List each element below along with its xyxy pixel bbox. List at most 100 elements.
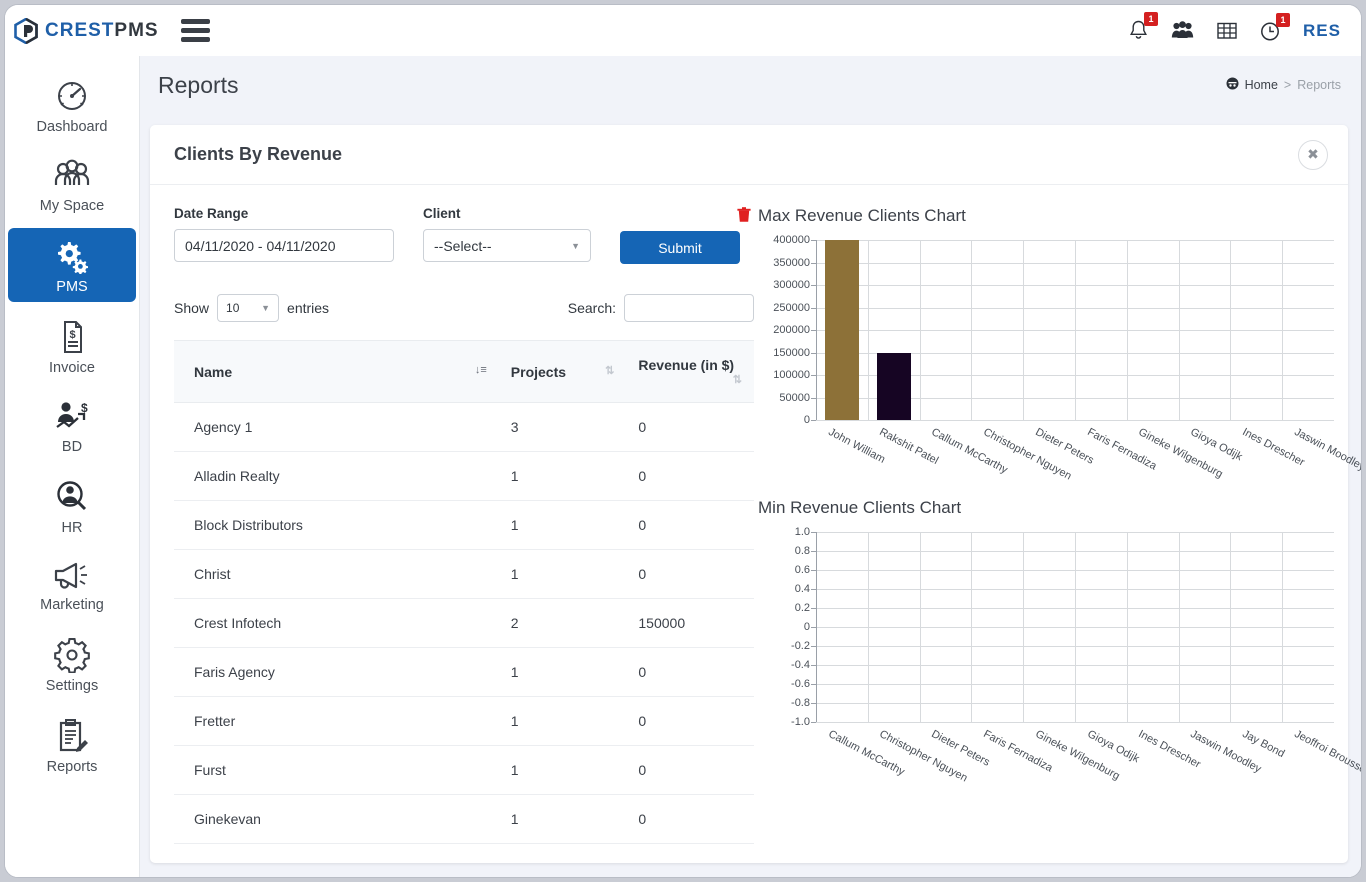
- breadcrumb-separator: >: [1283, 78, 1292, 92]
- sidebar-item-settings[interactable]: Settings: [8, 627, 136, 701]
- card-title: Clients By Revenue: [174, 144, 343, 164]
- grid-line-vertical: [867, 532, 869, 722]
- trash-icon[interactable]: [737, 207, 751, 223]
- sidebar-item-bd[interactable]: $ BD: [8, 390, 136, 462]
- card-header: Clients By Revenue ✖: [150, 125, 1348, 185]
- column-header-label: Projects: [510, 363, 567, 380]
- table-body: Agency 1 3 0 Alladin Realty 1 0 Block Distribu…: [174, 402, 754, 844]
- cell-revenue: 0: [626, 745, 754, 795]
- crestpms-logo-icon: [13, 17, 39, 44]
- x-axis-tick-label: Jeoffroi Brousse: [1292, 728, 1361, 776]
- filters-row: Date Range Client --Select-- ▼ Submit: [174, 206, 754, 264]
- sidebar-item-label: Reports: [46, 759, 98, 775]
- cell-projects: 1: [498, 745, 627, 795]
- cell-name: Christ: [174, 549, 499, 599]
- grid-line-vertical: [1178, 532, 1180, 722]
- client-select[interactable]: --Select-- ▼: [423, 229, 591, 262]
- sidebar-item-hr[interactable]: HR: [8, 469, 136, 543]
- grid-line-vertical: [971, 532, 973, 722]
- gear-icon: [53, 637, 91, 674]
- table-row: Fretter 1 0: [174, 696, 754, 746]
- grid-line-vertical: [1023, 240, 1025, 420]
- grid-line-vertical: [1230, 532, 1232, 722]
- client-group: Client --Select-- ▼: [423, 206, 591, 262]
- page-length-value: 10: [226, 301, 240, 315]
- table-head: Name ↓≡ Projects ⇅ Revenue (in $) ⇅: [174, 340, 754, 403]
- cell-name: Faris Agency: [174, 647, 499, 697]
- clients-table: Name ↓≡ Projects ⇅ Revenue (in $) ⇅ Agen…: [174, 340, 754, 844]
- x-axis-tick-label: Christopher Nguyen: [877, 728, 970, 785]
- min-chart-title: Min Revenue Clients Chart: [758, 498, 962, 517]
- date-range-input[interactable]: [174, 229, 394, 262]
- y-axis-tick-label: 350000: [773, 256, 810, 269]
- cell-name: Agency 1: [174, 402, 499, 452]
- hamburger-bar: [180, 37, 210, 42]
- invoice-document-icon: $: [52, 319, 92, 355]
- x-axis-tick-label: John William: [825, 426, 887, 466]
- cell-revenue: 0: [626, 451, 754, 501]
- cell-revenue: 0: [626, 549, 754, 599]
- app-logo[interactable]: CRESTPMS: [13, 17, 159, 44]
- team-button[interactable]: [1171, 21, 1194, 40]
- menu-toggle-button[interactable]: [180, 15, 210, 46]
- column-header-label: Name: [194, 363, 233, 380]
- cell-name: Crest Infotech: [174, 598, 499, 648]
- cell-projects: 1: [498, 696, 627, 746]
- topbar-actions: 1 1 RES: [1129, 12, 1341, 41]
- sidebar-item-label: Settings: [45, 678, 99, 694]
- cell-projects: 2: [498, 598, 627, 648]
- sidebar-item-marketing[interactable]: Marketing: [8, 550, 136, 620]
- search-input[interactable]: [624, 294, 754, 322]
- column-header-name[interactable]: Name ↓≡: [174, 340, 499, 403]
- people-group-icon: [52, 159, 92, 193]
- cell-projects: 1: [498, 794, 627, 844]
- cell-revenue: 0: [626, 500, 754, 550]
- grid-line-vertical: [1282, 532, 1284, 722]
- grid-line-vertical: [919, 532, 921, 722]
- y-axis-line: [816, 532, 817, 722]
- grid-line-vertical: [1023, 532, 1025, 722]
- table-controls: Show 10 ▼ entries Search:: [174, 294, 754, 322]
- logo-text-crest: CREST: [45, 19, 115, 41]
- speedometer-icon: [52, 78, 92, 114]
- max-chart-plot: 0 50000 100000 150000 200000 250000 300000 3500…: [773, 234, 1334, 426]
- sidebar-item-pms[interactable]: PMS: [8, 228, 136, 302]
- timer-button[interactable]: 1: [1260, 12, 1291, 41]
- grid-line-vertical: [1126, 532, 1128, 722]
- breadcrumb-current: Reports: [1297, 78, 1341, 92]
- sidebar-item-label: BD: [61, 439, 83, 455]
- chevron-down-icon: ▼: [261, 303, 271, 313]
- date-range-label: Date Range: [174, 206, 249, 221]
- cell-name: Alladin Realty: [174, 451, 499, 501]
- sidebar-item-dashboard[interactable]: Dashboard: [8, 68, 136, 142]
- table-row: Alladin Realty 1 0: [174, 451, 754, 501]
- calendar-grid-button[interactable]: [1217, 21, 1237, 40]
- sort-both-icon: ⇅: [605, 364, 615, 377]
- table-header-row: Name ↓≡ Projects ⇅ Revenue (in $) ⇅: [174, 340, 754, 403]
- sidebar-item-my-space[interactable]: My Space: [8, 149, 136, 221]
- page-length-select[interactable]: 10 ▼: [217, 294, 280, 322]
- report-charts-panel: Max Revenue Clients Chart 0 50000 100000 15…: [758, 206, 1361, 863]
- sidebar-item-reports[interactable]: Reports: [8, 708, 136, 782]
- column-header-revenue[interactable]: Revenue (in $) ⇅: [626, 340, 754, 403]
- home-icon: [1226, 77, 1239, 93]
- search-label: Search:: [567, 300, 616, 316]
- page-header: Reports Home > Reports: [140, 56, 1361, 114]
- sidebar-item-label: Dashboard: [36, 119, 108, 135]
- y-axis-tick-label: 250000: [773, 301, 810, 314]
- grid-line-vertical: [1075, 240, 1076, 420]
- user-initials[interactable]: RES: [1303, 21, 1341, 41]
- max-chart-x-labels: John William Rakshit Patel Callum McCarthy…: [816, 420, 1361, 490]
- sidebar-item-invoice[interactable]: $ Invoice: [8, 309, 136, 383]
- y-axis-line: [816, 240, 817, 420]
- table-row: Christ 1 0: [174, 549, 754, 599]
- grid-line-vertical: [1178, 240, 1180, 420]
- cell-name: Fretter: [174, 696, 499, 746]
- x-axis-tick-label: Gineke Wilgenburg: [1136, 426, 1225, 481]
- submit-button[interactable]: Submit: [620, 231, 740, 264]
- close-button[interactable]: ✖: [1298, 139, 1328, 170]
- client-select-value: --Select--: [434, 237, 492, 254]
- notifications-button[interactable]: 1: [1129, 12, 1159, 41]
- column-header-projects[interactable]: Projects ⇅: [498, 340, 627, 403]
- breadcrumb-home[interactable]: Home: [1245, 78, 1278, 92]
